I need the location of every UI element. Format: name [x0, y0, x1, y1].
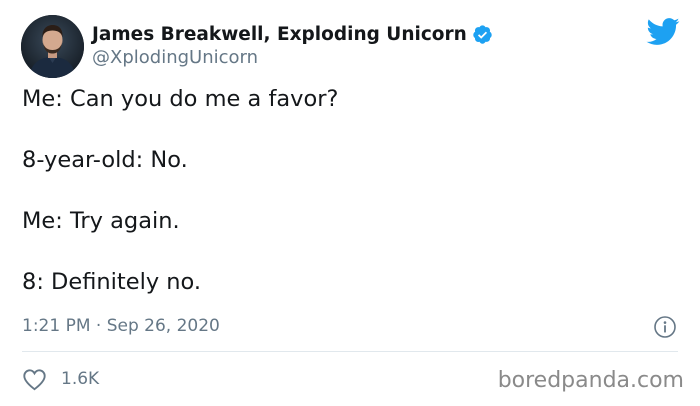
tweet-timestamp[interactable]: 1:21 PM · Sep 26, 2020: [22, 316, 220, 336]
heart-icon[interactable]: [22, 368, 47, 391]
avatar[interactable]: [21, 15, 84, 78]
tweet-line: Me: Try again.: [22, 208, 180, 234]
tweet-line: Me: Can you do me a favor?: [22, 86, 339, 112]
tweet-text: Me: Can you do me a favor? 8-year-old: N…: [22, 84, 672, 298]
info-icon[interactable]: [653, 315, 677, 339]
watermark: boredpanda.com: [497, 368, 684, 393]
avatar-image: [21, 15, 84, 78]
like-count: 1.6K: [61, 369, 100, 389]
author-handle[interactable]: @XplodingUnicorn: [92, 47, 258, 68]
verified-badge-icon: [472, 24, 493, 45]
tweet-card: James Breakwell, Exploding Unicorn @Xplo…: [0, 0, 700, 406]
tweet-meta: 1:21 PM · Sep 26, 2020: [22, 313, 678, 341]
divider: [22, 351, 678, 352]
tweet-line: 8: Definitely no.: [22, 269, 202, 295]
display-name[interactable]: James Breakwell, Exploding Unicorn: [92, 24, 467, 45]
tweet-actions: 1.6K: [22, 364, 99, 394]
tweet-line: 8-year-old: No.: [22, 147, 188, 173]
author-name-row[interactable]: James Breakwell, Exploding Unicorn: [92, 21, 493, 47]
twitter-bird-icon[interactable]: [645, 17, 680, 46]
